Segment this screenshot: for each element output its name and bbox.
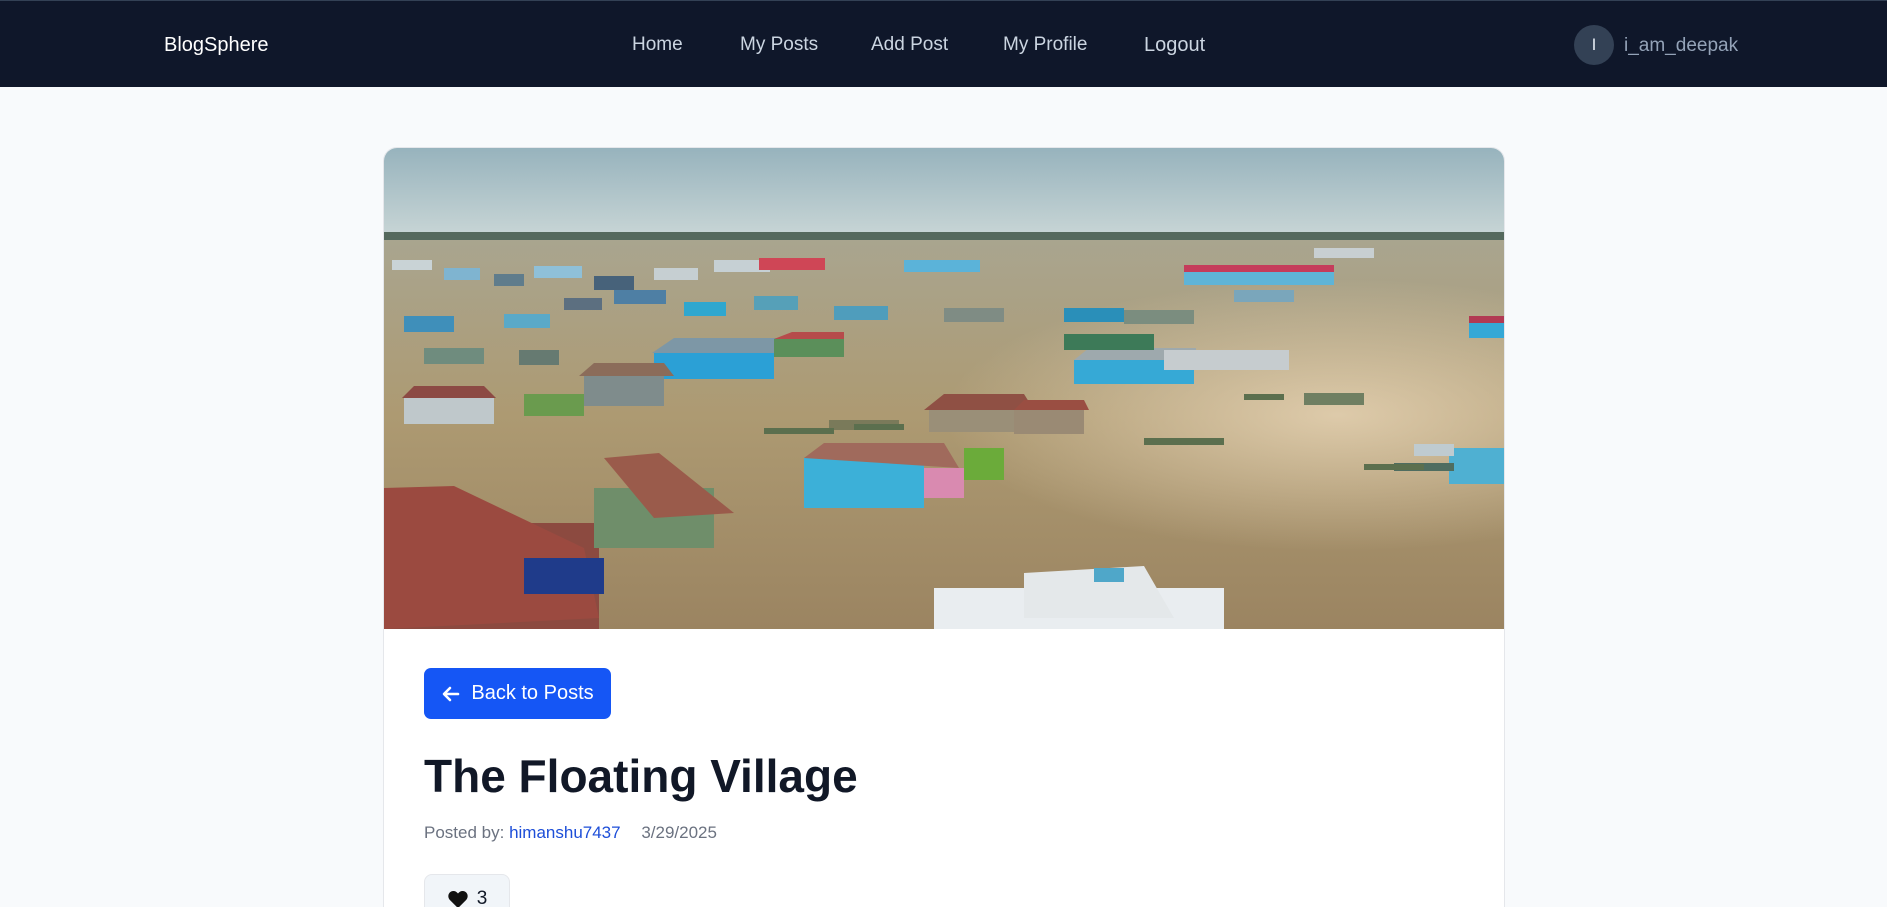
post-meta: Posted by: himanshu7437 3/29/2025 <box>424 822 717 844</box>
nav-my-profile-link[interactable]: My Profile <box>1003 33 1087 57</box>
user-avatar[interactable]: I <box>1574 25 1614 65</box>
post-date: 3/29/2025 <box>641 823 717 842</box>
nav-home-link[interactable]: Home <box>632 33 683 57</box>
back-button-label: Back to Posts <box>471 682 594 704</box>
posted-by-label: Posted by: <box>424 823 505 842</box>
like-count: 3 <box>476 888 488 907</box>
nav-my-posts-link[interactable]: My Posts <box>740 33 818 57</box>
arrow-left-icon <box>443 686 460 701</box>
logout-button[interactable]: Logout <box>1144 33 1205 57</box>
brand-logo[interactable]: BlogSphere <box>164 32 269 58</box>
top-navbar: BlogSphere Home My Posts Add Post My Pro… <box>0 0 1887 87</box>
nav-add-post-link[interactable]: Add Post <box>871 33 948 57</box>
post-title: The Floating Village <box>424 750 858 802</box>
floating-village-photo <box>384 148 1504 629</box>
username-label[interactable]: i_am_deepak <box>1624 34 1738 58</box>
post-hero-image <box>384 148 1504 629</box>
author-link[interactable]: himanshu7437 <box>509 823 621 842</box>
back-to-posts-button[interactable]: Back to Posts <box>424 668 611 719</box>
like-button[interactable]: 3 <box>424 874 510 907</box>
post-card: Back to Posts The Floating Village Poste… <box>383 147 1505 907</box>
heart-icon <box>448 890 468 907</box>
